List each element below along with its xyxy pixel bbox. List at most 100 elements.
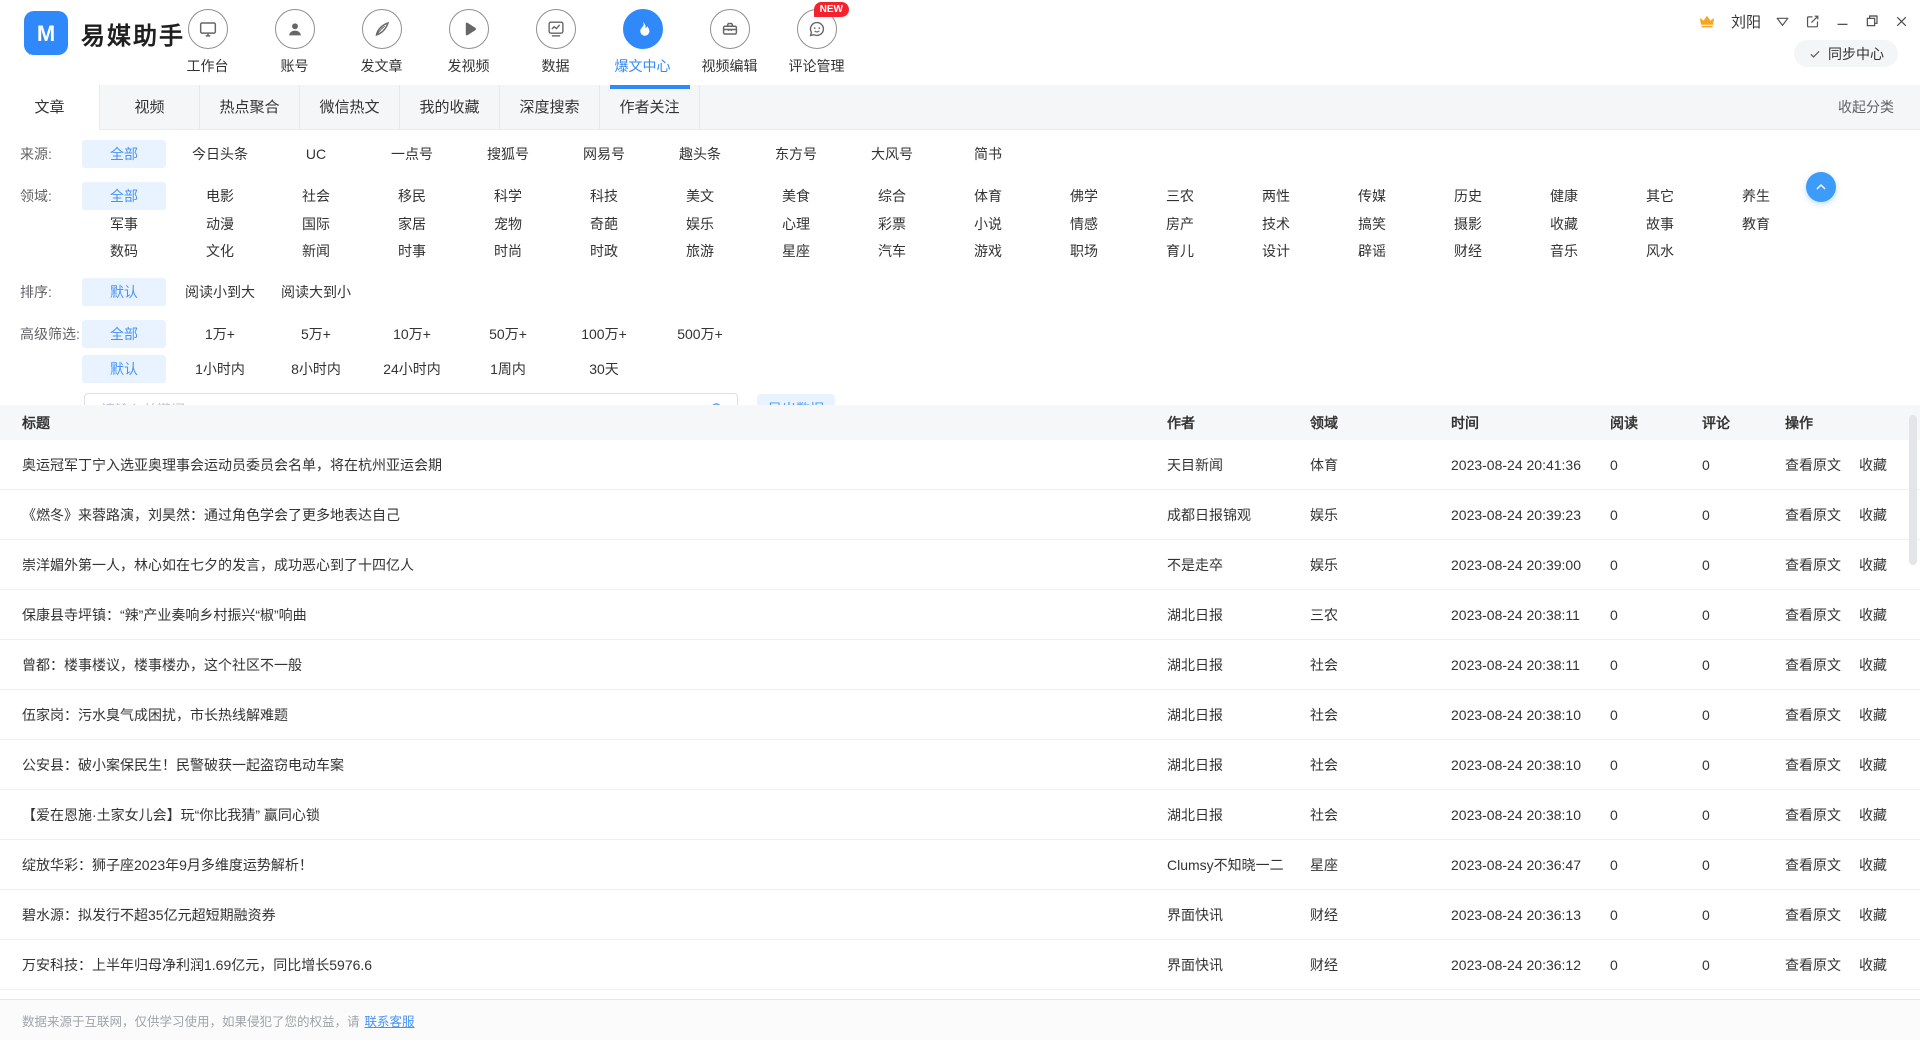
filter-option[interactable]: 搜狐号 (460, 144, 556, 164)
filter-option[interactable]: 房产 (1132, 214, 1228, 234)
favorite-link[interactable]: 收藏 (1859, 757, 1887, 773)
filter-option[interactable]: 辟谣 (1324, 241, 1420, 261)
minimize-icon[interactable] (1834, 13, 1851, 30)
filter-option[interactable]: 8小时内 (268, 359, 364, 379)
filter-option[interactable]: 东方号 (748, 144, 844, 164)
filter-option[interactable]: 财经 (1420, 241, 1516, 261)
filter-option[interactable]: 宠物 (460, 214, 556, 234)
filter-option[interactable]: 历史 (1420, 186, 1516, 206)
skin-icon[interactable] (1774, 13, 1791, 30)
filter-option[interactable]: 搞笑 (1324, 214, 1420, 234)
filter-option[interactable]: 国际 (268, 214, 364, 234)
filter-option[interactable]: 文化 (172, 241, 268, 261)
view-original-link[interactable]: 查看原文 (1785, 607, 1841, 623)
filter-option[interactable]: 心理 (748, 214, 844, 234)
filter-option[interactable]: 时事 (364, 241, 460, 261)
filter-option[interactable]: 科学 (460, 186, 556, 206)
filter-option[interactable]: 阅读大到小 (268, 282, 364, 302)
tab-1[interactable]: 文章 (0, 85, 100, 130)
filter-chip-selected[interactable]: 全部 (82, 140, 166, 168)
filter-option[interactable]: 500万+ (652, 324, 748, 344)
filter-option[interactable]: 科技 (556, 186, 652, 206)
view-original-link[interactable]: 查看原文 (1785, 707, 1841, 723)
filter-option[interactable]: 娱乐 (652, 214, 748, 234)
filter-option[interactable]: 新闻 (268, 241, 364, 261)
filter-option[interactable]: 1小时内 (172, 359, 268, 379)
filter-option[interactable]: 设计 (1228, 241, 1324, 261)
filter-chip-selected[interactable]: 默认 (82, 278, 166, 306)
filter-option[interactable]: 时政 (556, 241, 652, 261)
filter-option[interactable]: 教育 (1708, 214, 1804, 234)
filter-option[interactable]: 10万+ (364, 324, 460, 344)
filter-option[interactable]: 技术 (1228, 214, 1324, 234)
nav-item-8[interactable]: 评论管理NEW (773, 9, 860, 76)
sync-center-button[interactable]: 同步中心 (1794, 40, 1898, 67)
filter-option[interactable]: 小说 (940, 214, 1036, 234)
filter-option[interactable]: 汽车 (844, 241, 940, 261)
filter-option[interactable]: 移民 (364, 186, 460, 206)
view-original-link[interactable]: 查看原文 (1785, 907, 1841, 923)
filter-option[interactable]: 两性 (1228, 186, 1324, 206)
filter-option[interactable]: 情感 (1036, 214, 1132, 234)
maximize-icon[interactable] (1864, 13, 1880, 29)
filter-option[interactable]: 家居 (364, 214, 460, 234)
filter-option[interactable]: 收藏 (1516, 214, 1612, 234)
filter-option[interactable]: 音乐 (1516, 241, 1612, 261)
view-original-link[interactable]: 查看原文 (1785, 557, 1841, 573)
tab-2[interactable]: 视频 (100, 85, 200, 129)
view-original-link[interactable]: 查看原文 (1785, 457, 1841, 473)
filter-option[interactable]: 1周内 (460, 359, 556, 379)
filter-option[interactable]: 网易号 (556, 144, 652, 164)
view-original-link[interactable]: 查看原文 (1785, 507, 1841, 523)
filter-chip-selected[interactable]: 默认 (82, 355, 166, 383)
view-original-link[interactable]: 查看原文 (1785, 807, 1841, 823)
filter-option[interactable]: 职场 (1036, 241, 1132, 261)
view-original-link[interactable]: 查看原文 (1785, 857, 1841, 873)
filter-option[interactable]: 摄影 (1420, 214, 1516, 234)
filter-option[interactable]: 24小时内 (364, 359, 460, 379)
tab-6[interactable]: 深度搜索 (500, 85, 600, 129)
tab-4[interactable]: 微信热文 (300, 85, 400, 129)
filter-option[interactable]: 阅读小到大 (172, 282, 268, 302)
filter-option[interactable]: UC (268, 146, 364, 162)
feedback-icon[interactable] (1804, 13, 1821, 30)
filter-option[interactable]: 简书 (940, 144, 1036, 164)
vertical-scrollbar[interactable] (1909, 415, 1917, 565)
filter-option[interactable]: 综合 (844, 186, 940, 206)
favorite-link[interactable]: 收藏 (1859, 707, 1887, 723)
filter-option[interactable]: 星座 (748, 241, 844, 261)
tab-5[interactable]: 我的收藏 (400, 85, 500, 129)
filter-option[interactable]: 30天 (556, 359, 652, 379)
filter-option[interactable]: 50万+ (460, 324, 556, 344)
filter-option[interactable]: 故事 (1612, 214, 1708, 234)
filter-option[interactable]: 佛学 (1036, 186, 1132, 206)
filter-option[interactable]: 彩票 (844, 214, 940, 234)
filter-option[interactable]: 趣头条 (652, 144, 748, 164)
filter-option[interactable]: 5万+ (268, 324, 364, 344)
collapse-categories-link[interactable]: 收起分类 (1838, 85, 1894, 130)
nav-item-2[interactable]: 账号 (251, 9, 338, 76)
nav-item-5[interactable]: 数据 (512, 9, 599, 76)
filter-option[interactable]: 传媒 (1324, 186, 1420, 206)
filter-option[interactable]: 今日头条 (172, 144, 268, 164)
tab-7[interactable]: 作者关注 (600, 85, 700, 129)
favorite-link[interactable]: 收藏 (1859, 657, 1887, 673)
filter-option[interactable]: 体育 (940, 186, 1036, 206)
contact-support-link[interactable]: 联系客服 (365, 1011, 415, 1030)
favorite-link[interactable]: 收藏 (1859, 857, 1887, 873)
filter-option[interactable]: 育儿 (1132, 241, 1228, 261)
nav-item-1[interactable]: 工作台 (164, 9, 251, 76)
filter-option[interactable]: 时尚 (460, 241, 556, 261)
nav-item-3[interactable]: 发文章 (338, 9, 425, 76)
nav-item-7[interactable]: 视频编辑 (686, 9, 773, 76)
filter-chip-selected[interactable]: 全部 (82, 320, 166, 348)
view-original-link[interactable]: 查看原文 (1785, 957, 1841, 973)
filter-option[interactable]: 美食 (748, 186, 844, 206)
filter-option[interactable]: 电影 (172, 186, 268, 206)
favorite-link[interactable]: 收藏 (1859, 607, 1887, 623)
collapse-filters-button[interactable] (1806, 172, 1836, 202)
filter-option[interactable]: 奇葩 (556, 214, 652, 234)
filter-option[interactable]: 社会 (268, 186, 364, 206)
filter-option[interactable]: 1万+ (172, 324, 268, 344)
favorite-link[interactable]: 收藏 (1859, 557, 1887, 573)
